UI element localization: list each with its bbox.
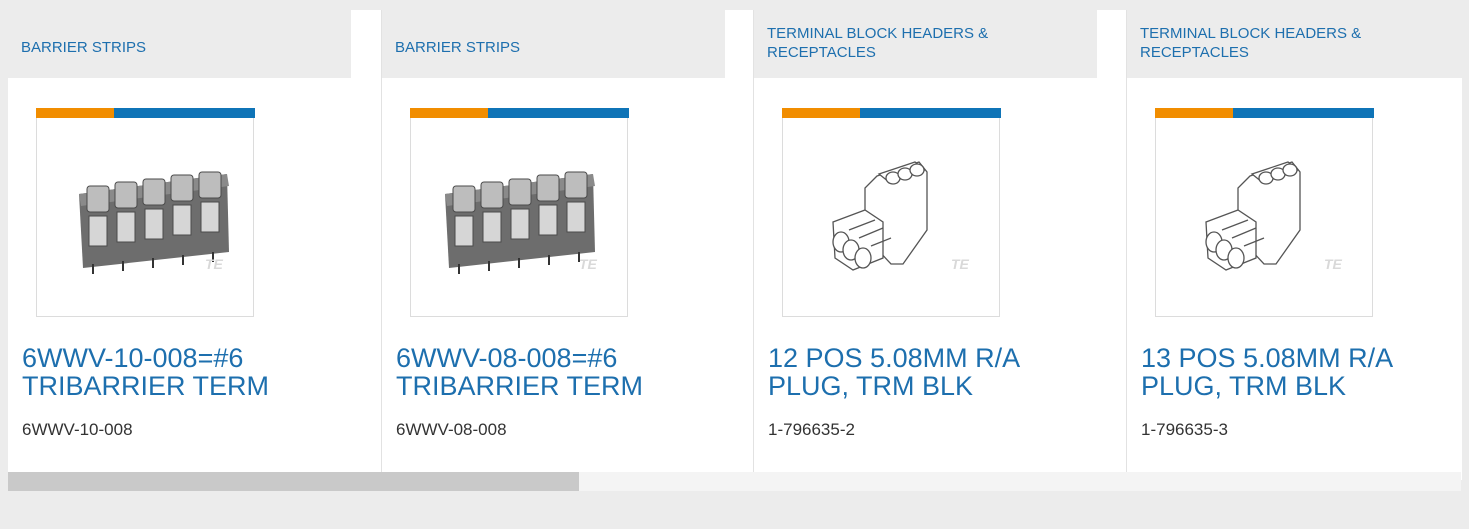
te-watermark: TE	[579, 256, 598, 272]
terminal-plug-image: TE	[1205, 161, 1343, 272]
product-carousel: BARRIER STRIPS TE 6WWV-10-008=#6 TRIBARR…	[8, 10, 1462, 480]
product-title-link[interactable]: 12 POS 5.08MM R/A PLUG, TRM BLK	[768, 344, 1088, 400]
category-link[interactable]: BARRIER STRIPS	[21, 24, 339, 57]
accent-bar	[36, 108, 255, 118]
te-watermark: TE	[205, 256, 224, 272]
terminal-plug-image: TE	[832, 161, 970, 272]
product-title-link[interactable]: 6WWV-08-008=#6 TRIBARRIER TERM	[396, 344, 716, 400]
part-number: 1-796635-3	[1141, 420, 1228, 439]
te-watermark: TE	[951, 256, 970, 272]
barrier-strip-image: TE	[445, 171, 598, 274]
product-title-link[interactable]: 13 POS 5.08MM R/A PLUG, TRM BLK	[1141, 344, 1461, 400]
scrollbar-thumb[interactable]	[8, 472, 579, 491]
product-card: TERMINAL BLOCK HEADERS & RECEPTACLES TE …	[753, 10, 1097, 480]
accent-bar	[1155, 108, 1374, 118]
card-header: TERMINAL BLOCK HEADERS & RECEPTACLES	[754, 10, 1097, 78]
card-header: BARRIER STRIPS	[382, 10, 725, 78]
part-number: 6WWV-10-008	[22, 420, 133, 439]
category-link[interactable]: TERMINAL BLOCK HEADERS & RECEPTACLES	[767, 24, 1085, 62]
product-image[interactable]: TE	[1155, 108, 1374, 317]
product-card: TERMINAL BLOCK HEADERS & RECEPTACLES TE …	[1126, 10, 1462, 480]
product-card: BARRIER STRIPS	[381, 10, 725, 480]
product-image[interactable]: TE	[36, 108, 255, 317]
barrier-strip-image: TE	[79, 171, 229, 274]
card-header: TERMINAL BLOCK HEADERS & RECEPTACLES	[1127, 10, 1462, 78]
product-card: BARRIER STRIPS	[8, 10, 351, 480]
accent-bar	[410, 108, 629, 118]
product-image[interactable]: TE	[782, 108, 1001, 317]
card-header: BARRIER STRIPS	[8, 10, 351, 78]
part-number: 1-796635-2	[768, 420, 855, 439]
category-link[interactable]: BARRIER STRIPS	[395, 24, 713, 57]
part-number: 6WWV-08-008	[396, 420, 507, 439]
horizontal-scrollbar[interactable]	[8, 472, 1461, 491]
product-image[interactable]: TE	[410, 108, 629, 317]
te-watermark: TE	[1324, 256, 1343, 272]
category-link[interactable]: TERMINAL BLOCK HEADERS & RECEPTACLES	[1140, 24, 1450, 62]
product-title-link[interactable]: 6WWV-10-008=#6 TRIBARRIER TERM	[22, 344, 342, 400]
accent-bar	[782, 108, 1001, 118]
